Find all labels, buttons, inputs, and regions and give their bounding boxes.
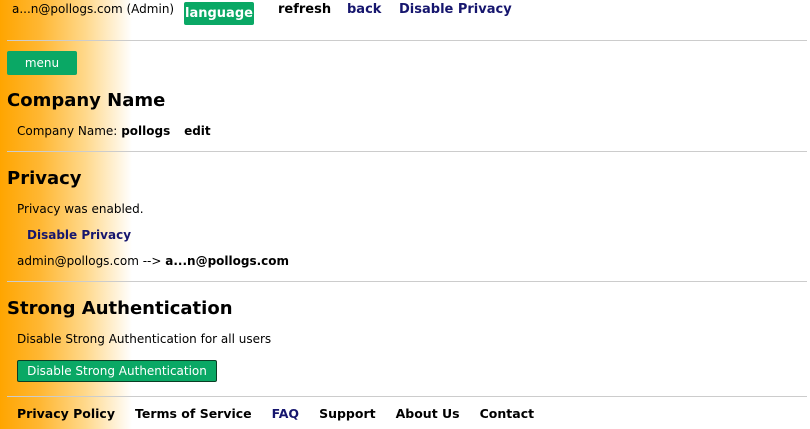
company-name-row: Company Name: pollogs edit [17,124,211,138]
support-link[interactable]: Support [319,406,376,421]
company-name-label: Company Name: [17,124,118,138]
company-divider [7,151,807,152]
company-edit-link[interactable]: edit [184,124,211,138]
contact-link[interactable]: Contact [480,406,534,421]
strong-auth-heading: Strong Authentication [7,298,233,319]
privacy-mapping-from: admin@pollogs.com --> [17,254,162,268]
about-us-link[interactable]: About Us [396,406,460,421]
footer-divider [7,396,807,397]
disable-strong-auth-button[interactable]: Disable Strong Authentication [17,360,217,382]
privacy-heading: Privacy [7,168,82,189]
strong-auth-description: Disable Strong Authentication for all us… [17,332,272,346]
faq-link[interactable]: FAQ [272,406,299,421]
privacy-divider [7,281,807,282]
privacy-mapping: admin@pollogs.com --> a...n@pollogs.com [17,254,289,268]
disable-privacy-top-link[interactable]: Disable Privacy [399,2,512,17]
disable-privacy-link[interactable]: Disable Privacy [27,228,131,242]
privacy-status: Privacy was enabled. [17,202,144,216]
privacy-mapping-to: a...n@pollogs.com [165,254,290,268]
menu-button[interactable]: menu [7,51,77,75]
back-link[interactable]: back [347,2,381,17]
refresh-link[interactable]: refresh [278,2,331,17]
language-button[interactable]: language [184,2,254,25]
terms-of-service-link[interactable]: Terms of Service [135,406,252,421]
company-name-heading: Company Name [7,90,166,111]
current-user: a...n@pollogs.com (Admin) [12,2,175,16]
privacy-policy-link[interactable]: Privacy Policy [17,406,115,421]
top-divider [7,40,807,41]
company-name-value: pollogs [121,124,171,138]
footer-links: Privacy Policy Terms of Service FAQ Supp… [17,406,534,421]
